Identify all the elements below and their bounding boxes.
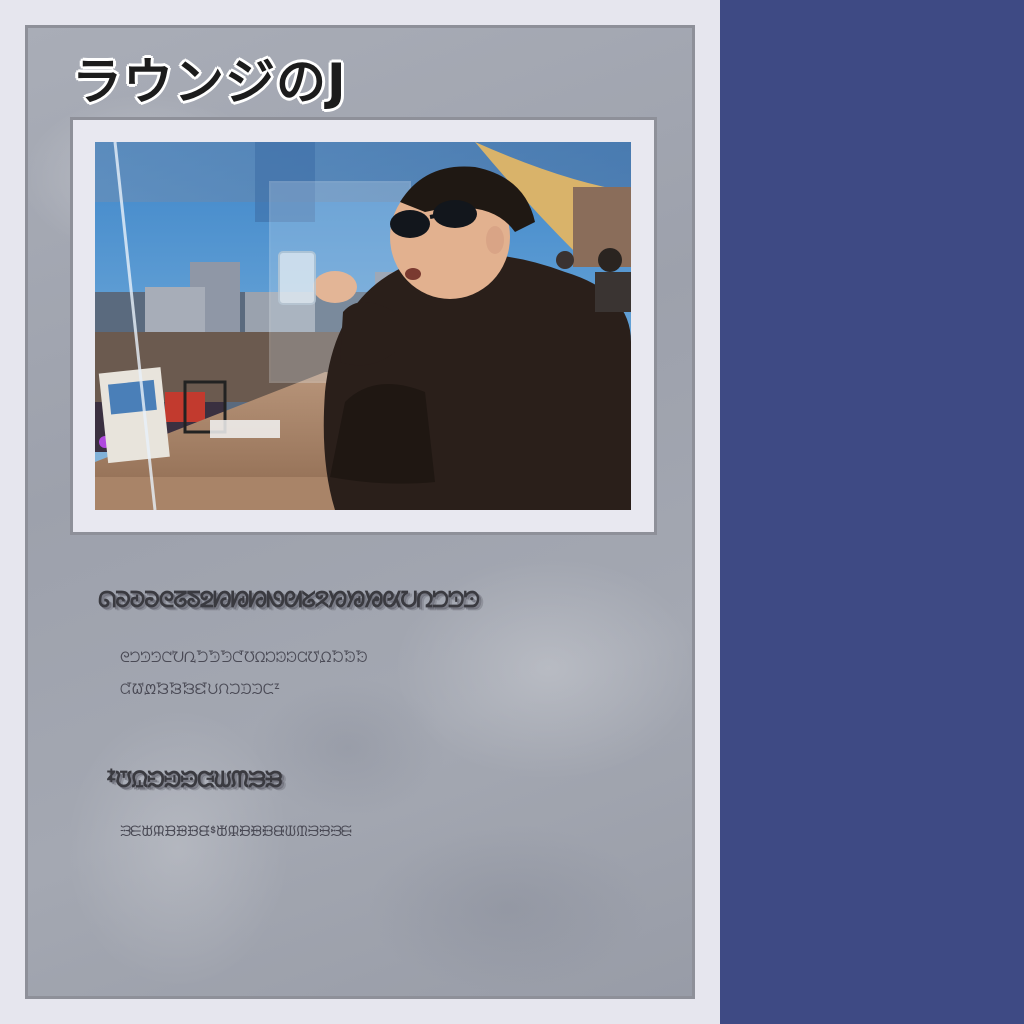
body-line-1a: ᘓᘤᘥᘦᘧᘨᘩᘪᘫᘬᘭᘮᘯᘰᘱᘲᘳᘴᘵᘶᘷᘸ — [120, 650, 368, 666]
side-panel — [720, 0, 1024, 1024]
body-line-1b: ᘹᘺᘻᘼᘽᘾᘿᙀᙁᙂᙃᙄᙅᙆ — [120, 682, 280, 698]
body-line-2a: ᙒᙓᙔᙕᙖᙗᙘᙙᙚᙛᙜᙝᙞᙟᙠᙡᙢᙣᙤᙥᙦ — [120, 824, 352, 840]
message-card: ラウンジのJ ᘏᘐᘑᘒᘓᘔᘕᘖᘗᘘᘙᘚᘛᘜᘝᘞᘟᘠᘡᘢᘣᘤᘥᘦ ᘓᘤᘥᘦᘧᘨᘩᘪ… — [25, 25, 695, 999]
heading-1: ᘏᘐᘑᘒᘓᘔᘕᘖᘗᘘᘙᘚᘛᘜᘝᘞᘟᘠᘡᘢᘣᘤᘥᘦ — [98, 588, 480, 613]
photo-illustration — [95, 142, 631, 510]
photo-frame — [70, 117, 657, 535]
heading-2: ᙇᙈᙉᙊᙋᙌᙍᙎᙏᙐᙑ — [106, 768, 283, 793]
card-title: ラウンジのJ — [72, 53, 347, 111]
photo — [95, 142, 631, 510]
